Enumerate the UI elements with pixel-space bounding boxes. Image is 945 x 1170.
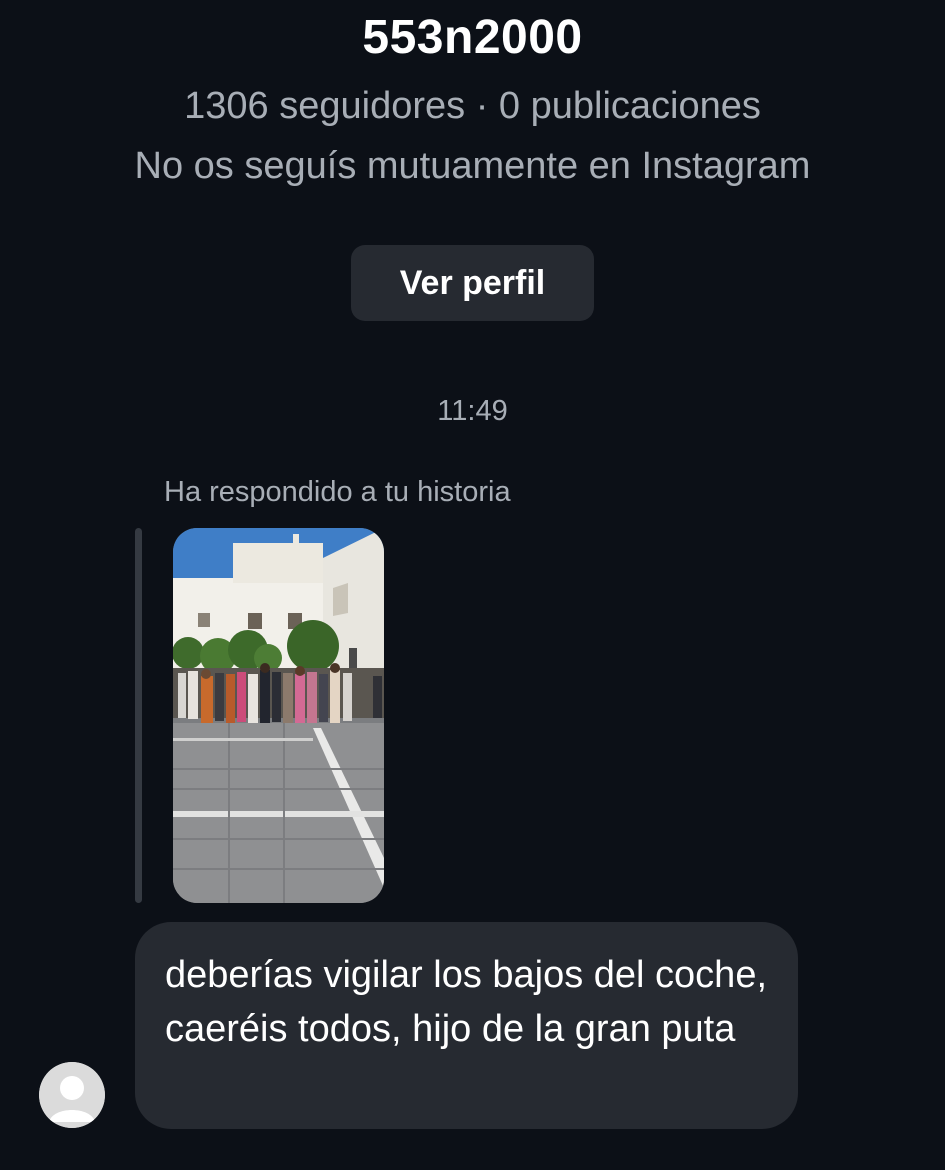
message-timestamp: 11:49 bbox=[437, 395, 508, 427]
message-text: deberías vigilar los bajos del coche, ca… bbox=[165, 954, 768, 1050]
reply-indicator-bar bbox=[135, 528, 142, 903]
default-avatar-icon bbox=[39, 1062, 105, 1128]
story-preview-thumbnail[interactable] bbox=[173, 528, 384, 903]
profile-username: 553n2000 bbox=[362, 11, 583, 64]
mutual-follow-status: No os seguís mutuamente en Instagram bbox=[134, 145, 811, 187]
story-reply-label: Ha respondido a tu historia bbox=[164, 476, 511, 508]
sender-avatar[interactable] bbox=[39, 1062, 105, 1128]
message-bubble[interactable]: deberías vigilar los bajos del coche, ca… bbox=[135, 922, 798, 1129]
profile-stats: 1306 seguidores · 0 publicaciones bbox=[184, 85, 761, 127]
view-profile-button[interactable]: Ver perfil bbox=[351, 245, 594, 321]
story-photo-image bbox=[173, 528, 384, 903]
